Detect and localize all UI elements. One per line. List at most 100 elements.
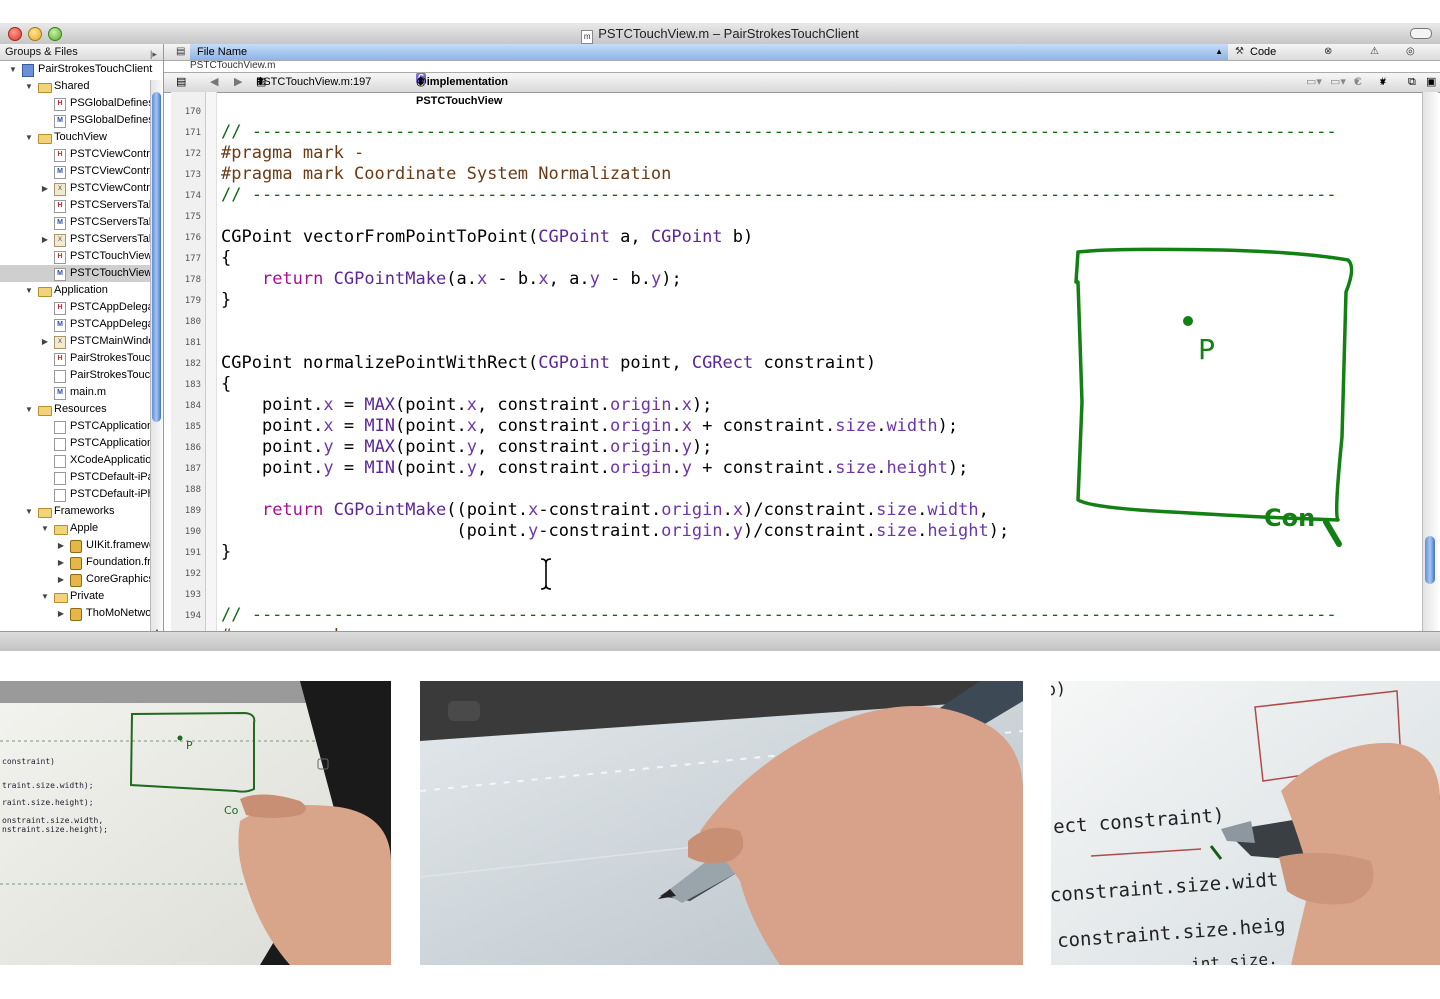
line-number: 193 <box>184 590 201 600</box>
disclosure-closed-icon[interactable]: ▶ <box>56 537 66 554</box>
file-type-column-icon[interactable]: ▤ <box>176 44 185 60</box>
photo1-point-label: P <box>186 739 193 752</box>
header-file-icon: H <box>54 98 66 111</box>
source-file-icon: M <box>54 268 66 281</box>
sidebar-item[interactable]: H PSGlobalDefines.h <box>0 95 163 112</box>
line-number: 179 <box>184 296 201 306</box>
sidebar-item[interactable]: ▼ Private <box>0 588 163 605</box>
errors-column-icon[interactable]: ⊗ <box>1324 44 1332 60</box>
sidebar-item[interactable]: H PSTCAppDelegate.h <box>0 299 163 316</box>
toolbar-toggle-button[interactable] <box>1410 28 1432 39</box>
editor-scrollbar[interactable] <box>1422 92 1438 631</box>
sidebar-item[interactable]: ▼ Resources <box>0 401 163 418</box>
sidebar-item[interactable]: ▶CoreGraphics.framework <box>0 571 163 588</box>
code-line[interactable]: point.x = MIN(point.x, constraint.origin… <box>221 416 958 436</box>
sidebar-item[interactable]: ▶XPSTCViewController.xib <box>0 180 163 197</box>
sidebar-item[interactable]: Mmain.m <box>0 384 163 401</box>
sidebar-scrollbar[interactable]: ▲ ▼ <box>150 80 163 651</box>
code-line[interactable]: } <box>221 542 231 562</box>
sidebar-item-label: PSTCTouchView.h <box>70 250 161 262</box>
line-number: 186 <box>184 443 201 453</box>
breakpoints-icon[interactable]: ▭▾ <box>1330 73 1346 92</box>
disclosure-open-icon[interactable]: ▼ <box>24 401 34 418</box>
code-line[interactable]: // -------------------------------------… <box>221 122 1337 142</box>
disclosure-closed-icon[interactable]: ▶ <box>56 571 66 588</box>
code-line[interactable]: // -------------------------------------… <box>221 185 1337 205</box>
sidebar-scroll-thumb[interactable] <box>152 92 161 422</box>
folder-icon <box>54 593 68 603</box>
sidebar-item-label: Application <box>54 284 108 296</box>
disclosure-open-icon[interactable]: ▼ <box>24 78 34 95</box>
counterpart-icon[interactable]: ⧉ <box>1408 73 1416 92</box>
code-line[interactable]: (point.y-constraint.origin.y)/constraint… <box>221 521 1009 541</box>
sidebar-item[interactable]: ▼ Frameworks <box>0 503 163 520</box>
disclosure-closed-icon[interactable]: ▶ <box>40 231 50 248</box>
sidebar-item[interactable]: PSTCApplicationIcon@2x.png <box>0 435 163 452</box>
code-line[interactable]: } <box>221 290 231 310</box>
disclosure-open-icon[interactable]: ▼ <box>8 61 18 78</box>
forward-arrow-icon[interactable]: ▶ <box>234 73 242 92</box>
build-column-icon[interactable]: ⚒ <box>1235 44 1244 60</box>
sidebar-item[interactable]: XCodeApplicationIcon.png <box>0 452 163 469</box>
sidebar-item[interactable]: ▶XPSTCServersTableViewController.xib <box>0 231 163 248</box>
sidebar-item[interactable]: PSTCDefault-iPad.png <box>0 469 163 486</box>
nib-file-icon: X <box>54 234 66 247</box>
sidebar-item[interactable]: MPSTCViewController.m <box>0 163 163 180</box>
sidebar-item[interactable]: HPairStrokesTouchClient_Prefix.pch <box>0 350 163 367</box>
file-list-row[interactable]: PSTCTouchView.m <box>190 61 275 71</box>
sidebar-item[interactable]: ▼ PairStrokesTouchClient <box>0 61 163 78</box>
code-line[interactable]: point.y = MAX(point.y, constraint.origin… <box>221 437 712 457</box>
sidebar-item[interactable]: PSTCApplicationIcon.png <box>0 418 163 435</box>
code-line[interactable]: { <box>221 374 231 394</box>
sidebar-item[interactable]: HPSTCViewController.h <box>0 146 163 163</box>
sidebar-item[interactable]: ▼ TouchView <box>0 129 163 146</box>
code-folding-ribbon[interactable] <box>206 92 217 631</box>
sidebar-item[interactable]: ▼ Apple <box>0 520 163 537</box>
sidebar-item[interactable]: PairStrokesTouchClient-Info.plist <box>0 367 163 384</box>
sidebar-item[interactable]: ▶ThoMoNetworking.framework <box>0 605 163 621</box>
code-line[interactable]: return CGPointMake((point.x-constraint.o… <box>221 500 989 520</box>
bookmarks-icon[interactable]: ▭▾ <box>1306 73 1322 92</box>
code-line[interactable]: // -------------------------------------… <box>221 605 1337 625</box>
sidebar-item[interactable]: ▶ UIKit.framework <box>0 537 163 554</box>
code-line[interactable]: point.x = MAX(point.x, constraint.origin… <box>221 395 712 415</box>
sidebar-item[interactable]: ▶XPSTCMainWindow.xib <box>0 333 163 350</box>
warnings-column-icon[interactable]: ⚠ <box>1370 44 1379 60</box>
sidebar-item[interactable]: ▼ Shared <box>0 78 163 95</box>
code-line[interactable]: point.y = MIN(point.y, constraint.origin… <box>221 458 968 478</box>
back-arrow-icon[interactable]: ◀ <box>210 73 218 92</box>
code-line[interactable]: return CGPointMake(a.x - b.x, a.y - b.y)… <box>221 269 682 289</box>
header-file-icon: H <box>54 200 66 213</box>
disclosure-closed-icon[interactable]: ▶ <box>40 180 50 197</box>
column-options-icon[interactable]: |▸ <box>150 46 157 62</box>
sidebar-item[interactable]: PSTCDefault-iPhone.png <box>0 486 163 503</box>
photo-stylus-on-screen-image <box>420 681 1023 965</box>
file-name-column-header[interactable]: File Name ▲ <box>190 44 1228 60</box>
sidebar-item[interactable]: ▶Foundation.framework <box>0 554 163 571</box>
code-line[interactable]: #pragma mark - <box>221 143 364 163</box>
editor-scroll-thumb[interactable] <box>1425 536 1435 584</box>
disclosure-closed-icon[interactable]: ▶ <box>56 605 66 621</box>
sidebar-item[interactable]: M PSGlobalDefines.m <box>0 112 163 129</box>
disclosure-closed-icon[interactable]: ▶ <box>56 554 66 571</box>
sidebar-item[interactable]: M PSTCTouchView.m <box>0 265 163 282</box>
target-column-icon[interactable]: ◎ <box>1406 44 1415 60</box>
disclosure-open-icon[interactable]: ▼ <box>40 588 50 605</box>
sidebar-item[interactable]: HPSTCServersTableViewController.h <box>0 197 163 214</box>
disclosure-open-icon[interactable]: ▼ <box>24 503 34 520</box>
code-line[interactable]: #pragma mark Coordinate System Normaliza… <box>221 164 671 184</box>
code-line[interactable]: CGPoint vectorFromPointToPoint(CGPoint a… <box>221 227 753 247</box>
sidebar-item[interactable]: MPSTCAppDelegate.m <box>0 316 163 333</box>
code-line[interactable]: CGPoint normalizePointWithRect(CGPoint p… <box>221 353 876 373</box>
sidebar-item[interactable]: H PSTCTouchView.h <box>0 248 163 265</box>
disclosure-open-icon[interactable]: ▼ <box>24 129 34 146</box>
disclosure-open-icon[interactable]: ▼ <box>24 282 34 299</box>
code-column-header[interactable]: Code <box>1250 44 1276 60</box>
sidebar-item[interactable]: MPSTCServersTableViewController.m <box>0 214 163 231</box>
code-line[interactable]: { <box>221 248 231 268</box>
disclosure-closed-icon[interactable]: ▶ <box>40 333 50 350</box>
lock-icon[interactable]: ▣ <box>1426 73 1436 92</box>
sidebar-item-label: PairStrokesTouchClient <box>38 63 153 75</box>
disclosure-open-icon[interactable]: ▼ <box>40 520 50 537</box>
sidebar-item[interactable]: ▼ Application <box>0 282 163 299</box>
